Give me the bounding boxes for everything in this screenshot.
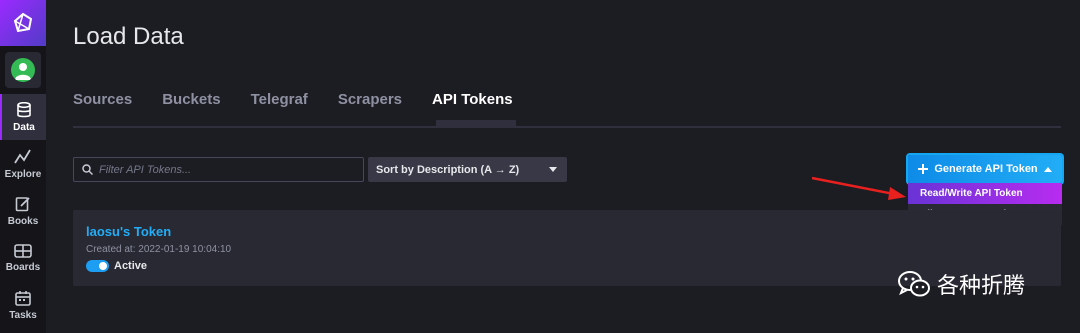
tab-bar: Sources Buckets Telegraf Scrapers API To… <box>73 88 543 124</box>
sidebar-item-label: Boards <box>5 261 41 273</box>
generate-api-token-button[interactable]: Generate API Token <box>908 155 1062 183</box>
token-name-link[interactable]: laosu's Token <box>86 224 171 239</box>
influxdb-logo-icon[interactable] <box>0 0 46 46</box>
tab-divider <box>73 126 1061 128</box>
sidebar-item-data[interactable]: Data <box>0 94 46 140</box>
watermark-text: 各种折腾 <box>937 274 1026 299</box>
database-icon <box>17 101 31 117</box>
sidebar-item-boards[interactable]: Boards <box>0 235 46 281</box>
sidebar-item-explore[interactable]: Explore <box>0 141 46 187</box>
tab-sources[interactable]: Sources <box>73 88 132 124</box>
dashboard-icon <box>14 243 32 258</box>
sidebar-item-label: Books <box>7 215 39 227</box>
search-input[interactable] <box>99 163 349 176</box>
token-created-at: Created at: 2022-01-19 10:04:10 <box>86 244 232 255</box>
filter-tokens-field[interactable] <box>73 157 364 182</box>
token-status: Active <box>86 260 147 272</box>
plus-icon <box>918 164 929 174</box>
tab-scrapers[interactable]: Scrapers <box>338 88 402 124</box>
sidebar-item-label: Explore <box>4 168 42 180</box>
search-icon <box>82 164 93 175</box>
active-toggle[interactable] <box>86 260 109 272</box>
wechat-icon <box>898 271 930 297</box>
generate-button-label: Generate API Token <box>934 163 1038 175</box>
sidebar-item-tasks[interactable]: Tasks <box>0 282 46 328</box>
chevron-down-icon <box>549 167 557 172</box>
wechat-watermark: 各种折腾 <box>897 268 1025 300</box>
graph-icon <box>14 149 31 163</box>
user-icon <box>15 63 31 80</box>
toggle-label: Active <box>114 260 148 272</box>
sort-label: Sort by Description (A → Z) <box>376 163 520 176</box>
calendar-icon <box>15 290 31 306</box>
notebook-icon <box>15 196 30 211</box>
sidebar: Data Explore Books Boards Tasks <box>0 0 46 333</box>
annotation-arrow-icon <box>811 176 906 200</box>
tab-telegraf[interactable]: Telegraf <box>251 88 308 124</box>
sidebar-item-books[interactable]: Books <box>0 188 46 234</box>
tab-buckets[interactable]: Buckets <box>162 88 220 124</box>
menu-item-read-write-token[interactable]: Read/Write API Token <box>908 183 1062 204</box>
tab-api-tokens[interactable]: API Tokens <box>432 88 513 124</box>
sort-dropdown[interactable]: Sort by Description (A → Z) <box>368 157 567 182</box>
user-avatar-button[interactable] <box>5 52 41 88</box>
sidebar-item-label: Data <box>13 121 35 133</box>
chevron-up-icon <box>1043 166 1052 172</box>
sidebar-item-label: Tasks <box>9 309 37 321</box>
toggle-knob <box>99 262 107 270</box>
page-title: Load Data <box>73 23 184 50</box>
avatar <box>11 58 35 82</box>
